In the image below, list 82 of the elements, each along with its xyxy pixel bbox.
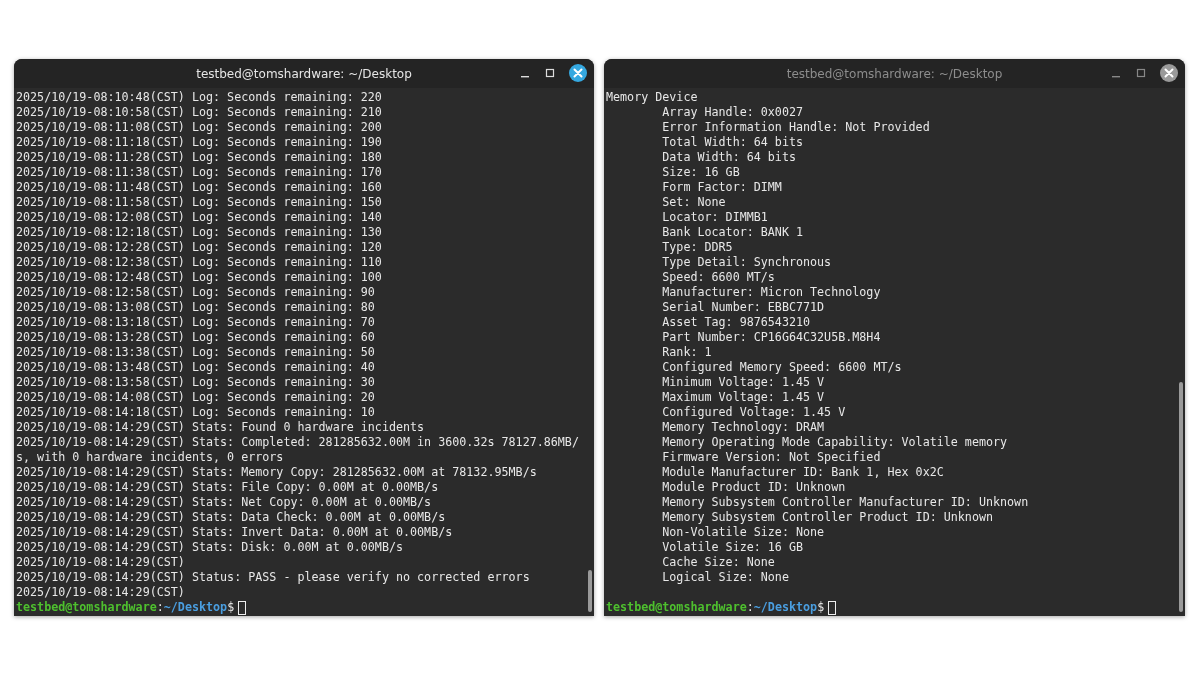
- output-line: 2025/10/19-08:14:29(CST) Stats: File Copy: 0.00M at 0.00MB/s: [16, 480, 440, 495]
- output-line: Firmware Version: Not Specified: [661, 450, 882, 465]
- output-line: Speed: 6600 MT/s: [661, 270, 776, 285]
- output-line: 2025/10/19-08:11:18(CST) Log: Seconds remaining: 190: [16, 135, 383, 150]
- output-line: 2025/10/19-08:11:38(CST) Log: Seconds remaining: 170: [16, 165, 383, 180]
- output-line: 2025/10/19-08:14:29(CST) Stats: Completed: 281285632.00M in 3600.32s 78127.86MB/s, with 0 hardware incidents, 0 errors: [16, 435, 579, 465]
- output-line: Bank Locator: BANK 1: [661, 225, 804, 240]
- output-line: Logical Size: None: [661, 570, 790, 585]
- output-line: Module Product ID: Unknown: [661, 480, 847, 495]
- prompt-separator: :: [746, 600, 754, 615]
- text-cursor: [238, 600, 247, 615]
- output-line: Memory Technology: DRAM: [661, 420, 826, 435]
- output-line: 2025/10/19-08:12:08(CST) Log: Seconds remaining: 140: [16, 210, 383, 225]
- prompt-user-host: testbed@tomshardware: [606, 600, 747, 615]
- output-line: Data Width: 64 bits: [661, 150, 797, 165]
- output-line: 2025/10/19-08:14:29(CST) Stats: Data Check: 0.00M at 0.00MB/s: [16, 510, 447, 525]
- output-line: 2025/10/19-08:12:18(CST) Log: Seconds remaining: 130: [16, 225, 383, 240]
- output-line: Memory Subsystem Controller Manufacturer ID: Unknown: [661, 495, 1030, 510]
- output-line: 2025/10/19-08:11:28(CST) Log: Seconds remaining: 180: [16, 150, 383, 165]
- output-line: Minimum Voltage: 1.45 V: [661, 375, 826, 390]
- output-line: Memory Device: [606, 90, 699, 105]
- output-line: Configured Memory Speed: 6600 MT/s: [661, 360, 903, 375]
- output-line: Part Number: CP16G64C32U5B.M8H4: [661, 330, 882, 345]
- output-line: 2025/10/19-08:14:29(CST): [16, 555, 186, 570]
- window-title: testbed@tomshardware: ~/Desktop: [786, 66, 1003, 81]
- close-icon[interactable]: [569, 64, 587, 82]
- output-line: Size: 16 GB: [661, 165, 741, 180]
- scrollbar-thumb[interactable]: [1179, 382, 1183, 612]
- output-line: 2025/10/19-08:14:29(CST) Stats: Invert Data: 0.00M at 0.00MB/s: [16, 525, 454, 540]
- output-line: 2025/10/19-08:14:29(CST) Status: PASS - please verify no corrected errors: [16, 570, 531, 585]
- window-title: testbed@tomshardware: ~/Desktop: [196, 66, 412, 81]
- output-line: 2025/10/19-08:10:58(CST) Log: Seconds remaining: 210: [16, 105, 383, 120]
- output-line: 2025/10/19-08:13:58(CST) Log: Seconds remaining: 30: [16, 375, 376, 390]
- output-line: Memory Subsystem Controller Product ID: Unknown: [661, 510, 994, 525]
- output-line: 2025/10/19-08:12:48(CST) Log: Seconds remaining: 100: [16, 270, 383, 285]
- output-line: 2025/10/19-08:14:08(CST) Log: Seconds remaining: 20: [16, 390, 376, 405]
- output-line: 2025/10/19-08:12:58(CST) Log: Seconds remaining: 90: [16, 285, 376, 300]
- output-line: Module Manufacturer ID: Bank 1, Hex 0x2C: [661, 465, 945, 480]
- text-cursor: [828, 600, 837, 615]
- prompt-user-host: testbed@tomshardware: [16, 600, 157, 615]
- output-line: Type: DDR5: [661, 240, 734, 255]
- output-line: 2025/10/19-08:10:48(CST) Log: Seconds remaining: 220: [16, 90, 383, 105]
- prompt-symbol: $: [227, 600, 235, 615]
- output-line: Cache Size: None: [661, 555, 776, 570]
- output-line: 2025/10/19-08:11:08(CST) Log: Seconds remaining: 200: [16, 120, 383, 135]
- output-line: Manufacturer: Micron Technology: [661, 285, 882, 300]
- prompt-symbol: $: [817, 600, 825, 615]
- output-line: 2025/10/19-08:14:29(CST) Stats: Memory Copy: 281285632.00M at 78132.95MB/s: [16, 465, 538, 480]
- output-line: 2025/10/19-08:14:29(CST) Stats: Disk: 0.00M at 0.00MB/s: [16, 540, 404, 555]
- output-line: Memory Operating Mode Capability: Volatile memory: [661, 435, 1009, 450]
- prompt-path: ~/Desktop: [163, 600, 228, 615]
- output-line: 2025/10/19-08:13:28(CST) Log: Seconds remaining: 60: [16, 330, 376, 345]
- output-line: Error Information Handle: Not Provided: [661, 120, 931, 135]
- output-line: Total Width: 64 bits: [661, 135, 804, 150]
- output-line: 2025/10/19-08:14:29(CST): [16, 585, 186, 600]
- output-line: Type Detail: Synchronous: [661, 255, 833, 270]
- output-line: 2025/10/19-08:13:48(CST) Log: Seconds remaining: 40: [16, 360, 376, 375]
- output-line: Volatile Size: 16 GB: [661, 540, 804, 555]
- output-line: Asset Tag: 9876543210: [661, 315, 812, 330]
- output-line: 2025/10/19-08:13:38(CST) Log: Seconds remaining: 50: [16, 345, 376, 360]
- output-line: 2025/10/19-08:11:58(CST) Log: Seconds remaining: 150: [16, 195, 383, 210]
- scrollbar-thumb[interactable]: [588, 570, 592, 612]
- output-line: Set: None: [661, 195, 727, 210]
- prompt-path: ~/Desktop: [753, 600, 818, 615]
- output-line: 2025/10/19-08:12:28(CST) Log: Seconds remaining: 120: [16, 240, 383, 255]
- output-line: 2025/10/19-08:13:08(CST) Log: Seconds remaining: 80: [16, 300, 376, 315]
- output-line: Non-Volatile Size: None: [661, 525, 826, 540]
- prompt-separator: :: [156, 600, 164, 615]
- output-line: 2025/10/19-08:11:48(CST) Log: Seconds remaining: 160: [16, 180, 383, 195]
- output-line: Form Factor: DIMM: [661, 180, 783, 195]
- output-line: Configured Voltage: 1.45 V: [661, 405, 847, 420]
- output-line: 2025/10/19-08:12:38(CST) Log: Seconds remaining: 110: [16, 255, 383, 270]
- output-line: 2025/10/19-08:13:18(CST) Log: Seconds remaining: 70: [16, 315, 376, 330]
- output-line: 2025/10/19-08:14:18(CST) Log: Seconds remaining: 10: [16, 405, 376, 420]
- output-line: Locator: DIMMB1: [661, 210, 769, 225]
- output-line: Serial Number: EBBC771D: [661, 300, 826, 315]
- output-line: 2025/10/19-08:14:29(CST) Stats: Net Copy: 0.00M at 0.00MB/s: [16, 495, 433, 510]
- output-line: Rank: 1: [661, 345, 713, 360]
- output-line: Array Handle: 0x0027: [661, 105, 804, 120]
- output-line: Maximum Voltage: 1.45 V: [661, 390, 826, 405]
- output-line: 2025/10/19-08:14:29(CST) Stats: Found 0 hardware incidents: [16, 420, 426, 435]
- close-icon[interactable]: [1160, 64, 1178, 82]
